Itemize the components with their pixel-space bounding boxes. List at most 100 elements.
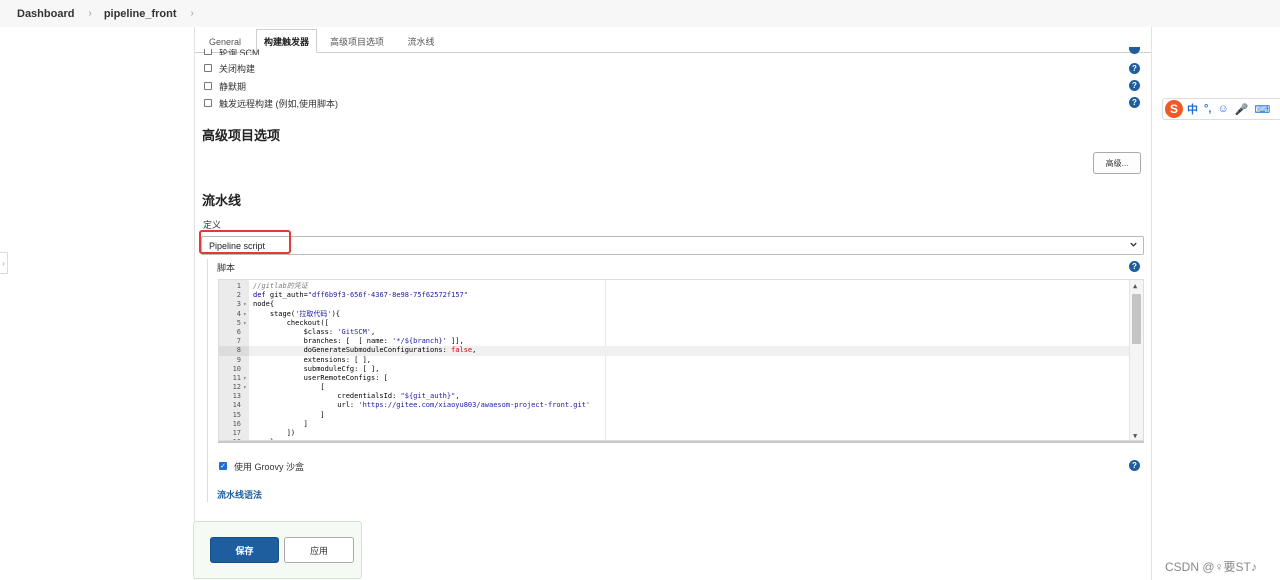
editor-scrollbar[interactable]: ▲ ▼: [1129, 280, 1143, 440]
ime-punctuation-icon[interactable]: °,: [1204, 103, 1211, 115]
line-number: 7: [236, 337, 241, 346]
code-line[interactable]: 17 ]): [219, 429, 1129, 438]
breadcrumb-separator-icon[interactable]: ›: [88, 8, 91, 19]
breadcrumb-pipeline-front[interactable]: pipeline_front: [104, 8, 177, 20]
fold-toggle-icon[interactable]: ▾: [243, 319, 247, 328]
trigger-checkbox[interactable]: [204, 49, 212, 55]
trigger-checkbox[interactable]: [204, 64, 212, 72]
fold-toggle-icon[interactable]: ▾: [243, 300, 247, 309]
ime-emoji-icon[interactable]: ☺: [1217, 103, 1228, 115]
script-indent-line: [207, 259, 208, 502]
code-text: [: [253, 383, 325, 392]
code-text: branches: [ [ name: '*/${branch}' ]],: [253, 337, 464, 346]
script-editor[interactable]: 1 //gitlab的凭证 2 def git_auth="dff6b9f3-656f…: [218, 279, 1144, 441]
line-number: 9: [236, 355, 241, 364]
code-text: ]): [253, 429, 296, 437]
breadcrumb: Dashboard › pipeline_front ›: [0, 0, 1280, 27]
code-text: checkout([: [253, 318, 329, 327]
code-text: node{: [253, 300, 275, 309]
code-text: stage('拉取代码'){: [253, 309, 341, 318]
tab-advanced-options[interactable]: 高级项目选项: [326, 30, 388, 53]
code-text: credentialsId: "${git_auth}",: [253, 392, 460, 401]
help-icon[interactable]: ?: [1129, 63, 1140, 74]
groovy-sandbox-label: 使用 Groovy 沙盒: [234, 461, 305, 472]
code-line[interactable]: 8 doGenerateSubmoduleConfigurations: fal…: [219, 346, 1129, 356]
code-text: doGenerateSubmoduleConfigurations: false…: [253, 346, 477, 355]
code-line[interactable]: 10 submoduleCfg: [ ],: [219, 365, 1129, 374]
trigger-label: 静默期: [219, 81, 247, 92]
code-line[interactable]: 4 ▾ stage('拉取代码'){: [219, 310, 1129, 319]
code-text: userRemoteConfigs: [: [253, 373, 388, 382]
ime-logo-icon[interactable]: S: [1165, 100, 1183, 118]
pipeline-syntax-link[interactable]: 流水线语法: [217, 488, 262, 501]
line-number: 16: [232, 419, 241, 428]
apply-button[interactable]: 应用: [284, 537, 354, 563]
breadcrumb-separator-icon[interactable]: ›: [191, 8, 194, 19]
scroll-thumb[interactable]: [1132, 294, 1141, 344]
section-title-advanced: 高级项目选项: [202, 128, 281, 143]
help-icon[interactable]: ?: [1129, 460, 1140, 471]
code-text: ]: [253, 410, 325, 419]
advanced-button[interactable]: 高级...: [1093, 152, 1141, 174]
scroll-up-icon[interactable]: ▲: [1133, 282, 1137, 290]
config-tabs: General 构建触发器 高级项目选项 流水线: [195, 27, 1151, 53]
fold-toggle-icon[interactable]: ▾: [243, 383, 247, 392]
ime-chinese-mode[interactable]: 中: [1187, 101, 1198, 117]
breadcrumb-dashboard[interactable]: Dashboard: [17, 8, 74, 20]
ime-toolbar: S 中 °, ☺ 🎤 ⌨: [1162, 98, 1280, 120]
code-text: //gitlab的凭证: [253, 282, 308, 290]
code-line[interactable]: 16 ]: [219, 420, 1129, 429]
line-number: 2: [236, 291, 241, 300]
trigger-checkbox[interactable]: [204, 82, 212, 90]
line-number: 14: [232, 401, 241, 410]
code-text: submoduleCfg: [ ],: [253, 364, 380, 373]
help-icon[interactable]: ?: [1129, 97, 1140, 108]
code-text: url: 'https://gitee.com/xiaoyu803/awaeso…: [253, 401, 591, 410]
scroll-down-icon[interactable]: ▼: [1133, 432, 1137, 440]
code-line[interactable]: 13 credentialsId: "${git_auth}",: [219, 392, 1129, 401]
ime-keyboard-icon[interactable]: ⌨: [1254, 103, 1270, 116]
code-line[interactable]: 7 branches: [ [ name: '*/${branch}' ]],: [219, 337, 1129, 346]
code-line[interactable]: 6 $class: 'GitSCM',: [219, 328, 1129, 337]
code-text: ]: [253, 419, 308, 428]
code-line[interactable]: 12 ▾ [: [219, 383, 1129, 392]
line-number: 1: [236, 282, 241, 290]
editor-resize-bar[interactable]: [218, 441, 1144, 443]
editor-code[interactable]: 1 //gitlab的凭证 2 def git_auth="dff6b9f3-656f…: [219, 282, 1129, 440]
save-bar: 保存 应用: [193, 521, 362, 579]
groovy-sandbox-checkbox[interactable]: ✓: [219, 462, 227, 470]
help-icon[interactable]: ?: [1129, 261, 1140, 272]
help-icon[interactable]: ?: [1129, 80, 1140, 91]
code-text: def git_auth="dff6b9f3-656f-4367-8e98-75…: [253, 291, 468, 300]
code-line[interactable]: 15 ]: [219, 411, 1129, 420]
code-text: $class: 'GitSCM',: [253, 327, 376, 336]
line-number: 13: [232, 392, 241, 401]
line-number: 6: [236, 327, 241, 336]
line-number: 15: [232, 410, 241, 419]
trigger-remote-build: 触发远程构建 (例如,使用脚本): [204, 96, 338, 110]
tab-build-triggers[interactable]: 构建触发器: [256, 29, 317, 53]
ime-voice-icon[interactable]: 🎤: [1235, 103, 1249, 116]
code-line[interactable]: 11 ▾ userRemoteConfigs: [: [219, 374, 1129, 383]
line-number: 17: [232, 429, 241, 437]
code-text: extensions: [ ],: [253, 355, 372, 364]
watermark: CSDN @♀要ST♪: [1165, 560, 1257, 574]
code-line[interactable]: 1 //gitlab的凭证: [219, 282, 1129, 291]
trigger-poll-scm[interactable]: 轮询 SCM: [204, 49, 260, 55]
trigger-disable-build: 关闭构建: [204, 61, 255, 75]
fold-toggle-icon[interactable]: ▾: [243, 310, 247, 319]
tab-pipeline[interactable]: 流水线: [401, 30, 441, 53]
definition-select[interactable]: Pipeline script: [201, 236, 1144, 255]
code-line[interactable]: 5 ▾ checkout([: [219, 319, 1129, 328]
fold-toggle-icon[interactable]: ▾: [243, 374, 247, 383]
code-line[interactable]: 2 def git_auth="dff6b9f3-656f-4367-8e98-7…: [219, 291, 1129, 300]
code-line[interactable]: 9 extensions: [ ],: [219, 356, 1129, 365]
code-line[interactable]: 3 ▾ node{: [219, 300, 1129, 309]
trigger-checkbox[interactable]: [204, 99, 212, 107]
config-panel: General 构建触发器 高级项目选项 流水线 轮询 SCM 关闭构建 ? 静…: [194, 27, 1152, 580]
side-panel-toggle-icon[interactable]: ›: [0, 252, 8, 274]
trigger-label: 触发远程构建 (例如,使用脚本): [219, 98, 338, 109]
save-button[interactable]: 保存: [210, 537, 279, 563]
line-number: 10: [232, 364, 241, 373]
code-line[interactable]: 14 url: 'https://gitee.com/xiaoyu803/awa…: [219, 401, 1129, 410]
